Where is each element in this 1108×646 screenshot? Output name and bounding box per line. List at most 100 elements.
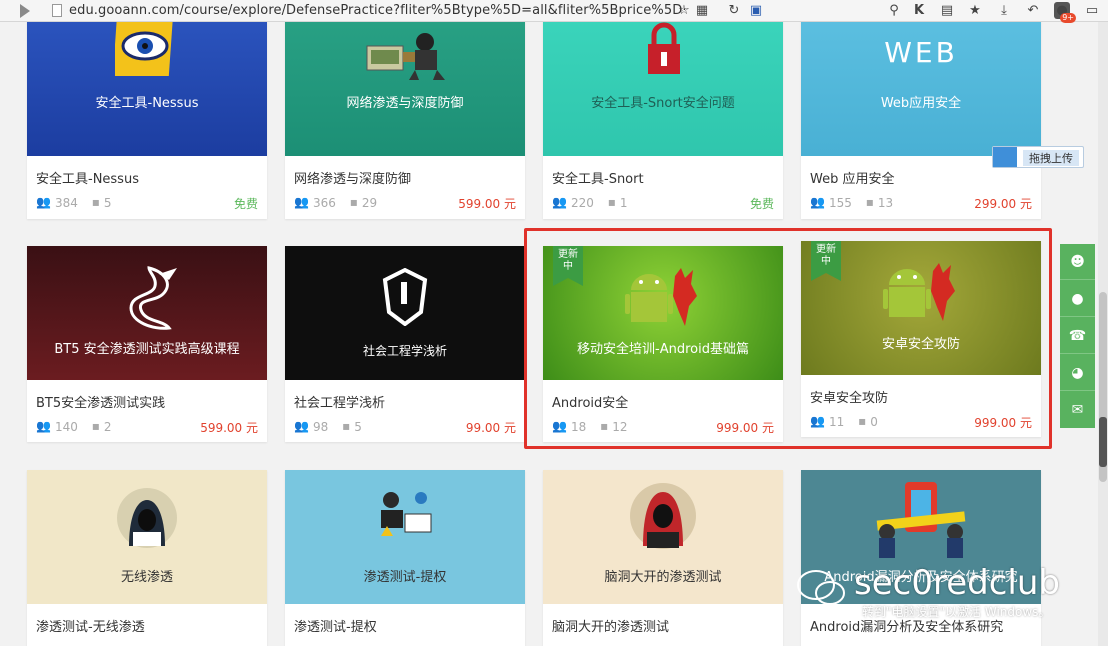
phone-icon[interactable]: ☎: [1060, 318, 1095, 354]
comments-count: 29: [361, 195, 378, 210]
course-card[interactable]: 社会工程学浅析 社会工程学浅析 👥 98 ▪ 5 99.00 元: [285, 246, 525, 442]
comments-count: 1: [619, 195, 628, 210]
course-meta: 👥 140 ▪ 2 599.00 元: [36, 419, 258, 435]
course-thumbnail[interactable]: 安全工具-Nessus: [27, 22, 267, 156]
course-name[interactable]: 社会工程学浅析: [294, 392, 385, 411]
comments-icon: ▪: [342, 419, 351, 433]
course-price: 免费: [749, 197, 774, 211]
course-card[interactable]: 网络渗透与深度防御 网络渗透与深度防御 👥 366 ▪ 29 599.00 元: [285, 22, 525, 219]
course-name[interactable]: 网络渗透与深度防御: [294, 168, 411, 187]
students-count: 220: [570, 195, 594, 210]
course-card[interactable]: BT5 安全渗透测试实践高级课程 BT5安全渗透测试实践 👥 140 ▪ 2 599…: [27, 246, 267, 442]
chat-icon[interactable]: ●: [1060, 281, 1095, 317]
students-count: 366: [312, 195, 336, 210]
hacker-desk-icon: [381, 492, 432, 536]
browser-address-bar: edu.gooann.com/course/explore/DefensePra…: [0, 0, 1108, 23]
students-icon: 👥: [810, 195, 825, 209]
k-badge[interactable]: K: [911, 2, 927, 19]
comments-icon: ▪: [91, 419, 100, 433]
course-card[interactable]: 渗透测试-提权 渗透测试-提权: [285, 470, 525, 646]
course-thumbnail[interactable]: 网络渗透与深度防御: [285, 22, 525, 156]
thumbnail-title: 网络渗透与深度防御: [346, 96, 464, 111]
thumbnail-title: 安全工具-Nessus: [95, 96, 199, 111]
back-arrow-icon[interactable]: ↶: [1025, 2, 1041, 19]
course-name[interactable]: 安全工具-Nessus: [36, 168, 139, 187]
course-name[interactable]: 脑洞大开的渗透测试: [552, 616, 669, 635]
play-icon[interactable]: [20, 4, 30, 18]
contact-sidebar: ☻ ● ☎ ◕ ✉: [1060, 244, 1095, 428]
hooded-hacker-icon: [117, 488, 177, 548]
qrcode-icon[interactable]: ▦: [694, 2, 710, 19]
course-meta: 👥 366 ▪ 29 599.00 元: [294, 195, 516, 211]
course-thumbnail[interactable]: 社会工程学浅析: [285, 246, 525, 380]
course-meta: 👥 220 ▪ 1 免费: [552, 195, 774, 211]
course-card[interactable]: 无线渗透 渗透测试-无线渗透: [27, 470, 267, 646]
students-icon: 👥: [36, 195, 51, 209]
course-price: 免费: [233, 197, 258, 211]
students-count: 140: [54, 419, 78, 434]
comments-count: 5: [354, 419, 362, 434]
course-thumbnail[interactable]: 安全工具-Snort安全问题: [543, 22, 783, 156]
url-field[interactable]: edu.gooann.com/course/explore/DefensePra…: [69, 3, 687, 18]
page-icon: [52, 4, 62, 17]
course-price: 599.00 元: [200, 421, 258, 435]
drag-upload-button[interactable]: 拖拽上传: [992, 146, 1084, 168]
course-card[interactable]: 脑洞大开的渗透测试 脑洞大开的渗透测试: [543, 470, 783, 646]
course-thumbnail[interactable]: BT5 安全渗透测试实践高级课程: [27, 246, 267, 380]
upload-label: 拖拽上传: [1023, 150, 1079, 166]
students-count: 98: [312, 419, 329, 434]
course-card[interactable]: WEB Web应用安全 Web 应用安全 👥 155 ▪ 13 299.00 元: [801, 22, 1041, 219]
course-name[interactable]: 渗透测试-无线渗透: [36, 616, 145, 635]
menu-icon[interactable]: ▭: [1084, 2, 1100, 19]
qq-icon[interactable]: ☻: [1060, 244, 1095, 280]
course-thumbnail[interactable]: 无线渗透: [27, 470, 267, 604]
course-name[interactable]: Web 应用安全: [810, 168, 894, 187]
web-logo-text: WEB: [884, 36, 958, 69]
download-icon[interactable]: ⤓: [996, 2, 1012, 19]
course-thumbnail[interactable]: WEB Web应用安全: [801, 22, 1041, 156]
comments-count: 5: [103, 195, 112, 210]
dragon-icon: [129, 266, 177, 330]
comments-icon: ▪: [349, 195, 358, 209]
students-icon: 👥: [36, 419, 51, 433]
comments-icon: ▪: [91, 195, 100, 209]
students-icon: 👥: [294, 419, 309, 433]
refresh-icon[interactable]: ↻: [726, 2, 742, 19]
course-meta: 👥 98 ▪ 5 99.00 元: [294, 419, 516, 435]
students-icon: 👥: [294, 195, 309, 209]
thumbnail-title: 渗透测试-提权: [363, 570, 447, 585]
wechat-icon[interactable]: ◕: [1060, 355, 1095, 391]
watermark-brand: sec0redclub: [854, 563, 1060, 603]
favorites-icon[interactable]: ★: [967, 2, 983, 19]
highlight-box: [524, 228, 1052, 449]
android-police-icon: [876, 482, 966, 558]
course-grid: 安全工具-Nessus 安全工具-Nessus 👥 384 ▪ 5 免费 网络渗透与…: [0, 22, 1098, 646]
course-thumbnail[interactable]: 脑洞大开的渗透测试: [543, 470, 783, 604]
star-icon[interactable]: ☆: [676, 2, 692, 19]
thumbnail-title: Web应用安全: [880, 96, 962, 111]
course-price: 299.00 元: [974, 197, 1032, 211]
course-price: 99.00 元: [465, 421, 516, 435]
mail-icon[interactable]: ✉: [1060, 392, 1095, 428]
course-name[interactable]: 安全工具-Snort: [552, 168, 644, 187]
course-name[interactable]: 渗透测试-提权: [294, 616, 377, 635]
course-name[interactable]: BT5安全渗透测试实践: [36, 392, 165, 411]
eye-logo-icon: [115, 22, 173, 76]
thumbnail-title: BT5 安全渗透测试实践高级课程: [54, 342, 240, 357]
search-icon[interactable]: ⚲: [886, 2, 902, 19]
comments-count: 13: [877, 195, 894, 210]
students-count: 155: [828, 195, 852, 210]
course-card[interactable]: 安全工具-Nessus 安全工具-Nessus 👥 384 ▪ 5 免费: [27, 22, 267, 219]
lock-icon: [648, 22, 680, 74]
wechat-logo-icon: [797, 570, 845, 605]
course-thumbnail[interactable]: 渗透测试-提权: [285, 470, 525, 604]
comments-count: 2: [103, 419, 112, 434]
comments-icon: ▪: [607, 195, 616, 209]
course-card[interactable]: 安全工具-Snort安全问题 安全工具-Snort 👥 220 ▪ 1 免费: [543, 22, 783, 219]
scrollbar[interactable]: [1098, 22, 1108, 646]
course-price: 599.00 元: [458, 197, 516, 211]
paw-icon[interactable]: ▣: [748, 2, 764, 19]
notification-icon[interactable]: ● 9+: [1054, 2, 1076, 23]
hacker-illustration-icon: [366, 33, 445, 80]
print-icon[interactable]: ▤: [939, 2, 955, 19]
